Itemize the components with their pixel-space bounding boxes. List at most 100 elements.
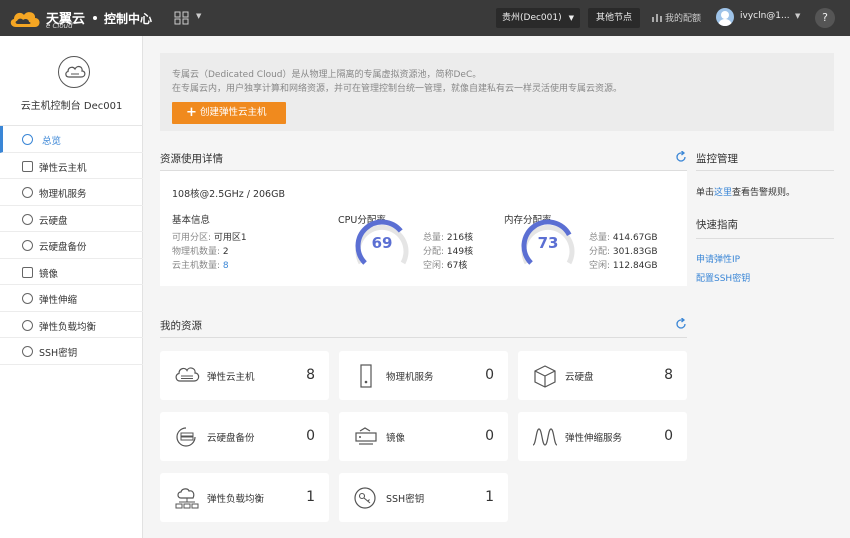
memory-allocated-value: 301.83GB [612,247,658,257]
resource-card-load-balancer[interactable]: 弹性负载均衡 1 [160,473,329,522]
card-count: 0 [485,367,494,383]
disk-backup-icon [22,240,33,251]
memory-free-row: 空闲: 112.84GB [589,258,658,271]
physical-machine-count-row: 物理机数量: 2 [172,244,229,257]
compute-summary: 108核@2.5GHz / 206GB [172,189,285,200]
image-icon [22,266,33,278]
pm-count-label: 物理机数量: [172,247,221,257]
resource-card-disk-backup[interactable]: 云硬盘备份 0 [160,412,329,461]
sidebar-item-image[interactable]: 镜像 [0,259,143,285]
sidebar-item-label: 总览 [42,136,62,147]
sidebar-item-label: SSH密钥 [39,348,78,359]
other-nodes-button[interactable]: 其他节点 [588,8,640,28]
refresh-icon[interactable] [675,318,687,330]
cpu-allocated-value: 149核 [446,247,474,257]
refresh-icon[interactable] [675,151,687,163]
sidebar-item-overview[interactable]: 总览 [0,126,143,153]
my-quota-link[interactable]: 我的配额 [652,11,701,24]
card-count: 1 [485,489,494,505]
monitoring-text-suffix: 查看告警规则。 [732,188,796,198]
sidebar-item-ecs[interactable]: 弹性云主机 [0,153,143,179]
chevron-down-icon: ▼ [795,12,801,20]
divider [696,238,834,239]
banner-description-line-1: 专属云（Dedicated Cloud）是从物理上隔离的专属虚拟资源池，简称De… [172,70,482,80]
card-label: 弹性负载均衡 [207,494,265,505]
region-label: 贵州(Dec001) [502,13,562,23]
resource-card-disk[interactable]: 云硬盘 8 [518,351,687,400]
card-count: 0 [664,428,673,444]
resource-card-autoscaling[interactable]: 弹性伸缩服务 0 [518,412,687,461]
zone-label: 可用分区: [172,233,212,243]
sidebar-header: 云主机控制台 Dec001 [0,36,143,126]
disk-icon [534,365,556,388]
autoscaling-icon [22,293,33,304]
divider [696,170,834,171]
ecs-icon [22,160,33,172]
bar-chart-icon [652,14,662,22]
apply-elastic-ip-link[interactable]: 申请弹性IP [696,252,740,265]
create-ecs-label: 创建弹性云主机 [200,107,267,118]
overview-icon [22,134,33,145]
vm-count-link[interactable]: 8 [223,261,229,271]
create-ecs-button[interactable]: + 创建弹性云主机 [172,102,286,124]
disk-backup-icon [176,427,196,447]
sidebar-item-disk[interactable]: 云硬盘 [0,206,143,232]
sidebar-item-autoscaling[interactable]: 弹性伸缩 [0,285,143,312]
memory-total-row: 总量: 414.67GB [589,230,658,243]
cloud-host-icon [58,56,90,88]
alarm-rules-link[interactable]: 这里 [714,188,732,198]
memory-allocated-label: 分配: [589,247,611,257]
sidebar-item-label: 弹性伸缩 [39,295,78,306]
sidebar-item-label: 弹性云主机 [39,162,87,174]
resource-card-physical-machine[interactable]: 物理机服务 0 [339,351,508,400]
sidebar-item-physical-machine[interactable]: 物理机服务 [0,179,143,206]
ssh-key-icon [354,487,376,509]
monitoring-title: 监控管理 [696,153,738,165]
cpu-total-row: 总量: 216核 [423,230,473,243]
service-grid-menu-button[interactable]: ▼ [174,10,204,26]
memory-total-value: 414.67GB [612,233,658,243]
sidebar-item-disk-backup[interactable]: 云硬盘备份 [0,232,143,259]
card-count: 0 [485,428,494,444]
cpu-allocated-label: 分配: [423,247,445,257]
dedicated-cloud-banner: 专属云（Dedicated Cloud）是从物理上隔离的专属虚拟资源池，简称De… [160,53,834,131]
memory-allocation-gauge: 73 [517,217,579,269]
resource-card-ssh-key[interactable]: SSH密钥 1 [339,473,508,522]
card-count: 0 [306,428,315,444]
plus-icon: + [186,105,197,120]
card-count: 8 [306,367,315,383]
quick-guide-title: 快速指南 [696,219,738,231]
resource-card-ecs[interactable]: 弹性云主机 8 [160,351,329,400]
sidebar-title: 云主机控制台 Dec001 [20,101,123,112]
disk-icon [22,213,33,225]
configure-ssh-key-link[interactable]: 配置SSH密钥 [696,271,750,284]
top-navigation-bar: 天翼云 e Cloud 控制中心 ▼ 贵州(Dec001) ▼ 其他节点 我的配… [0,0,850,36]
console-title[interactable]: 控制中心 [104,10,152,27]
sidebar: 云主机控制台 Dec001 总览 弹性云主机 物理机服务 云硬盘 云硬盘备份 镜… [0,36,143,538]
tianyi-cloud-logo[interactable]: 天翼云 e Cloud [8,6,88,30]
load-balancer-icon [22,319,33,331]
memory-free-label: 空闲: [589,261,611,271]
autoscaling-icon [532,428,558,446]
ecs-icon [175,367,200,382]
physical-machine-icon [22,187,33,198]
resource-card-image[interactable]: 镜像 0 [339,412,508,461]
user-menu[interactable]: ivycln@1... ▼ [716,7,806,29]
card-label: 镜像 [386,433,406,444]
basic-info-title: 基本信息 [172,215,211,226]
card-label: 云硬盘备份 [207,433,255,444]
chevron-down-icon: ▼ [568,14,574,22]
sidebar-item-load-balancer[interactable]: 弹性负载均衡 [0,312,143,338]
cpu-free-row: 空闲: 67核 [423,258,467,271]
sidebar-item-label: 物理机服务 [39,189,87,200]
image-icon [355,427,377,445]
monitoring-description: 单击这里查看告警规则。 [696,185,795,198]
banner-description-line-2: 在专属云内，用户独享计算和网络资源，并可在管理控制台统一管理，就像自建私有云一样… [172,84,623,94]
region-selector[interactable]: 贵州(Dec001) ▼ [496,8,580,28]
cpu-allocated-row: 分配: 149核 [423,244,473,257]
card-label: 弹性伸缩服务 [565,433,623,444]
help-button[interactable]: ? [815,8,835,28]
pm-count-value: 2 [222,247,229,257]
card-label: SSH密钥 [386,494,425,505]
sidebar-item-ssh-key[interactable]: SSH密钥 [0,338,143,365]
